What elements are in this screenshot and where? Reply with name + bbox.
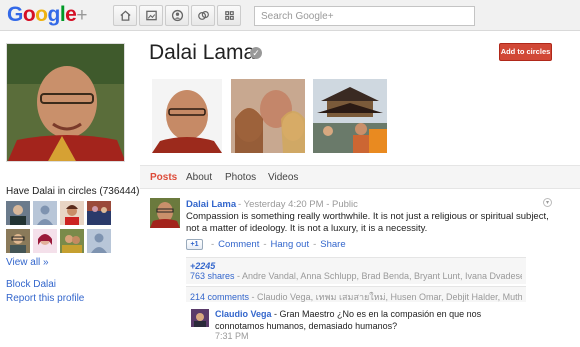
commenter-avatar[interactable] [191, 309, 209, 327]
circle-member-avatar[interactable] [6, 229, 30, 253]
post-author-name[interactable]: Dalai Lama [186, 199, 236, 210]
tab-videos[interactable]: Videos [268, 172, 298, 183]
photo-image [152, 79, 222, 153]
comments-line: 214 comments - Claudio Vega, เทพม เสมสาย… [190, 290, 522, 304]
comments-names: - Claudio Vega, เทพม เสมสายใหม่, Husen O… [251, 292, 522, 302]
profile-photo-thumbnail[interactable] [231, 79, 305, 153]
comments-count[interactable]: 214 comments [190, 292, 249, 302]
post-author-avatar[interactable] [150, 198, 180, 228]
profile-photo-thumbnail[interactable] [152, 79, 222, 153]
circle-member-avatar[interactable] [6, 201, 30, 225]
profile-name: Dalai Lama [149, 41, 256, 64]
comment-link[interactable]: Comment [218, 239, 259, 250]
circle-member-avatar[interactable] [33, 229, 57, 253]
tab-about[interactable]: About [186, 172, 212, 183]
in-circles-title: Have Dalai in circles (736444) [6, 186, 140, 197]
post-actions: +1 - Comment - Hang out - Share [186, 239, 346, 250]
games-icon [224, 11, 234, 20]
nav-profile-button[interactable] [165, 5, 189, 26]
circle-member-avatar[interactable] [87, 229, 111, 253]
nav-photos-button[interactable] [139, 5, 163, 26]
circles-icon [197, 10, 209, 20]
home-icon [119, 10, 131, 21]
shares-count[interactable]: 763 shares [190, 271, 235, 281]
logo-letter: + [76, 5, 87, 26]
nav-circles-button[interactable] [191, 5, 215, 26]
circle-member-avatar[interactable] [60, 229, 84, 253]
profile-tabs: Posts About Photos Videos [140, 165, 580, 189]
share-link[interactable]: Share [320, 239, 345, 250]
verified-icon: ✓ [250, 47, 262, 59]
add-to-circles-button[interactable]: Add to circles [499, 43, 552, 61]
logo-letter: G [7, 3, 23, 26]
hangout-link[interactable]: Hang out [271, 239, 310, 250]
search-input[interactable]: Search Google+ [254, 6, 475, 26]
view-all-link[interactable]: View all » [6, 257, 49, 268]
profile-photo-thumbnail[interactable] [313, 79, 387, 153]
plus-one-count[interactable]: +2245 [190, 261, 522, 271]
profile-icon [171, 9, 183, 22]
in-circles-grid [6, 201, 116, 253]
photo-image [313, 79, 387, 153]
block-link[interactable]: Block Dalai [6, 279, 56, 290]
nav-home-button[interactable] [113, 5, 137, 26]
logo-letter: g [47, 3, 61, 26]
post-stats-box: +2245 763 shares - Andre Vandal, Anna Sc… [186, 257, 526, 284]
tab-photos[interactable]: Photos [225, 172, 256, 183]
top-bar: Google+ Search Google+ [0, 0, 580, 31]
google-plus-logo[interactable]: Google+ [7, 4, 87, 27]
report-profile-link[interactable]: Report this profile [6, 293, 84, 304]
post-meta: - Yesterday 4:20 PM - Public [238, 199, 358, 210]
logo-letter: e [65, 3, 77, 26]
profile-photo-image [7, 44, 124, 161]
circle-member-avatar[interactable] [33, 201, 57, 225]
nav-games-button[interactable] [217, 5, 241, 26]
logo-letter: o [35, 3, 48, 26]
logo-letter: o [22, 3, 36, 26]
comment-time: 7:31 PM [215, 331, 249, 341]
circle-member-avatar[interactable] [87, 201, 111, 225]
comment-author[interactable]: Claudio Vega [215, 309, 272, 319]
shares-names: - Andre Vandal, Anna Schlupp, Brad Benda… [237, 271, 522, 281]
post-options-icon[interactable]: ▾ [543, 198, 552, 207]
photos-icon [145, 10, 157, 21]
comments-summary-box: 214 comments - Claudio Vega, เทพม เสมสาย… [186, 286, 526, 302]
circle-member-avatar[interactable] [60, 201, 84, 225]
photo-image [231, 79, 305, 153]
comment: Claudio Vega - Gran Maestro ¿No es en la… [215, 309, 515, 332]
plus-one-button[interactable]: +1 [186, 239, 203, 250]
shares-line: 763 shares - Andre Vandal, Anna Schlupp,… [190, 271, 522, 281]
post-text: Compassion is something really worthwhil… [186, 211, 549, 234]
tab-posts[interactable]: Posts [150, 172, 177, 183]
profile-photo[interactable] [6, 43, 125, 162]
